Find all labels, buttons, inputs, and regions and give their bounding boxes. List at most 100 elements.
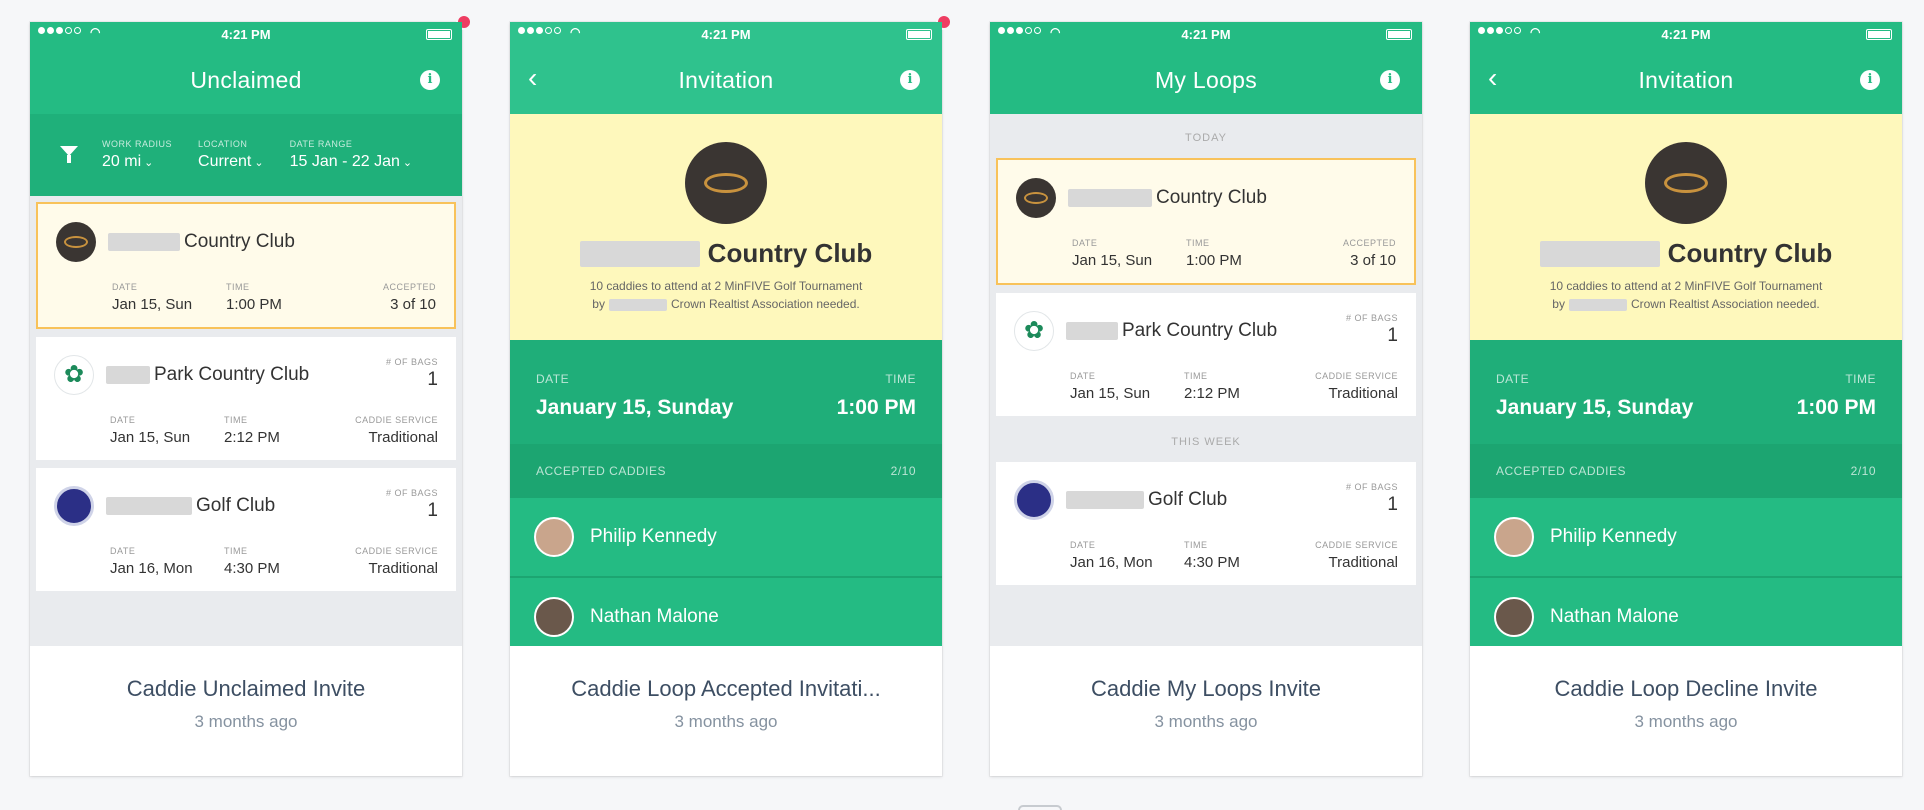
club-logo-icon	[1016, 178, 1056, 218]
caddie-name: Philip Kennedy	[590, 526, 717, 547]
bags-value: 1	[1387, 325, 1398, 346]
accepted-label: ACCEPTED CADDIES	[1496, 464, 1627, 478]
service-label: CADDIE SERVICE	[1315, 540, 1398, 550]
date-value: Jan 15, Sun	[1070, 385, 1151, 402]
caddie-row[interactable]: Philip Kennedy	[1470, 498, 1902, 578]
time-value: 1:00 PM	[226, 296, 282, 313]
caddie-name: Nathan Malone	[590, 606, 719, 627]
filter-value: 15 Jan - 22 Jan	[289, 153, 400, 170]
back-icon[interactable]: ‹	[528, 64, 537, 92]
club-logo-icon: ✿	[1014, 311, 1054, 351]
club-name: Country Club	[1156, 187, 1267, 208]
caddie-row[interactable]: Nathan Malone	[1470, 578, 1902, 646]
description-text: Crown Realtist Association needed.	[670, 297, 860, 311]
card-title[interactable]: Caddie Loop Decline Invite	[1470, 676, 1902, 702]
card-footer: Caddie Unclaimed Invite 3 months ago	[30, 646, 462, 776]
card-footer: Caddie Loop Decline Invite 3 months ago	[1470, 646, 1902, 776]
club-name: Park Country Club	[154, 364, 310, 385]
club-hero: Country Club 10 caddies to attend at 2 M…	[510, 114, 942, 340]
list-item[interactable]: Country Club DATE Jan 15, Sun TIME 1:00 PM…	[996, 158, 1416, 285]
signal-icon	[998, 27, 1041, 34]
list-item[interactable]: Country Club DATE Jan 15, Sun TIME 1:00 PM…	[36, 202, 456, 329]
time-value: 4:30 PM	[224, 560, 280, 577]
redacted-text	[1568, 298, 1627, 311]
filter-location[interactable]: LOCATION Current ⌄	[198, 139, 264, 171]
date-label: DATE	[110, 415, 136, 425]
bags-label: # OF BAGS	[1345, 482, 1398, 492]
screen-card-my-loops[interactable]: ◠ 4:21 PM My Loops i TODAY Country Club …	[990, 22, 1422, 776]
list-item[interactable]: ✿ Park Country Club # OF BAGS 1 DATE Jan 1…	[36, 337, 456, 460]
loop-list: Golf Club # OF BAGS 1 DATE Jan 16, Mon TIM…	[990, 462, 1422, 585]
caddie-row[interactable]: Philip Kennedy	[510, 498, 942, 578]
status-bar: ◠ 4:21 PM	[30, 22, 462, 46]
card-footer: Caddie My Loops Invite 3 months ago	[990, 646, 1422, 776]
date-value: Jan 15, Sun	[112, 296, 193, 313]
battery-icon	[1386, 29, 1412, 40]
phone-screen: ◠ 4:21 PM ‹ Invitation i Country Club 10…	[510, 22, 942, 646]
list-item[interactable]: ✿ Park Country Club # OF BAGS 1 DATE Jan 1…	[996, 293, 1416, 416]
service-value: Traditional	[1328, 554, 1398, 571]
accepted-value: 3 of 10	[390, 296, 436, 313]
info-icon[interactable]: i	[420, 70, 440, 90]
battery-icon	[906, 29, 932, 40]
phone-screen: ◠ 4:21 PM ‹ Invitation i Country Club 10…	[1470, 22, 1902, 646]
date-value: Jan 16, Mon	[1070, 554, 1153, 571]
avatar	[1494, 517, 1534, 557]
card-title[interactable]: Caddie My Loops Invite	[990, 676, 1422, 702]
filter-icon[interactable]	[60, 146, 78, 164]
nav-title: Invitation	[1638, 66, 1734, 93]
chevron-down-icon: ⌄	[144, 157, 154, 169]
card-timestamp: 3 months ago	[674, 712, 778, 731]
card-title[interactable]: Caddie Loop Accepted Invitati...	[510, 676, 942, 702]
card-title[interactable]: Caddie Unclaimed Invite	[30, 676, 462, 702]
info-icon[interactable]: i	[1380, 70, 1400, 90]
filter-work-radius[interactable]: WORK RADIUS 20 mi ⌄	[102, 139, 172, 171]
screen-card-invitation-accepted[interactable]: ◠ 4:21 PM ‹ Invitation i Country Club 10…	[510, 14, 952, 776]
accepted-label: ACCEPTED	[382, 282, 436, 292]
time-value: 4:30 PM	[1184, 554, 1240, 571]
time-label: TIME	[224, 546, 248, 556]
description-text: by	[1552, 297, 1565, 311]
list-item[interactable]: Golf Club # OF BAGS 1 DATE Jan 16, Mon TIM…	[36, 468, 456, 591]
redacted-text	[1066, 322, 1118, 340]
filter-date-range[interactable]: DATE RANGE 15 Jan - 22 Jan ⌄	[290, 139, 413, 171]
accepted-label: ACCEPTED CADDIES	[536, 464, 667, 478]
club-logo-icon: ✿	[54, 355, 94, 395]
redacted-text	[106, 497, 192, 515]
filter-label: DATE RANGE	[289, 139, 353, 149]
list-item[interactable]: Golf Club # OF BAGS 1 DATE Jan 16, Mon TIM…	[996, 462, 1416, 585]
service-label: CADDIE SERVICE	[355, 546, 438, 556]
info-icon[interactable]: i	[1860, 70, 1880, 90]
club-name: Country Club	[707, 238, 873, 268]
section-header-today: TODAY	[1185, 132, 1227, 144]
date-label: DATE	[1072, 238, 1098, 248]
time-value: 2:12 PM	[224, 429, 280, 446]
status-time: 4:21 PM	[1181, 26, 1231, 42]
screen-card-invitation-decline[interactable]: ◠ 4:21 PM ‹ Invitation i Country Club 10…	[1470, 22, 1902, 776]
card-timestamp: 3 months ago	[1634, 712, 1738, 731]
accepted-caddies-header: ACCEPTED CADDIES 2/10	[510, 444, 942, 498]
status-bar: ◠ 4:21 PM	[1470, 22, 1902, 46]
description-text: Crown Realtist Association needed.	[1630, 297, 1820, 311]
time-label: TIME	[1184, 371, 1208, 381]
redacted-text	[108, 233, 180, 251]
redacted-text	[106, 366, 150, 384]
filter-label: LOCATION	[198, 139, 248, 149]
avatar	[1494, 597, 1534, 637]
accepted-count: 2/10	[890, 464, 916, 478]
service-label: CADDIE SERVICE	[1315, 371, 1398, 381]
screen-card-unclaimed[interactable]: ◠ 4:21 PM Unclaimed i WORK RADIUS 20 mi ⌄…	[30, 14, 472, 776]
bags-value: 1	[1387, 494, 1398, 515]
wifi-icon: ◠	[570, 25, 581, 39]
time-label: TIME	[226, 282, 250, 292]
back-icon[interactable]: ‹	[1488, 64, 1497, 92]
caddie-row[interactable]: Nathan Malone	[510, 578, 942, 646]
accepted-label: ACCEPTED	[1342, 238, 1396, 248]
nav-bar: ‹ Invitation i	[1470, 46, 1902, 114]
time-value: 1:00 PM	[836, 396, 916, 419]
invite-list: Country Club DATE Jan 15, Sun TIME 1:00 PM…	[30, 196, 462, 591]
signal-icon	[518, 27, 561, 34]
invite-description: 10 caddies to attend at 2 MinFIVE Golf T…	[510, 277, 942, 313]
info-icon[interactable]: i	[900, 70, 920, 90]
pagination-handle[interactable]	[1018, 805, 1062, 810]
